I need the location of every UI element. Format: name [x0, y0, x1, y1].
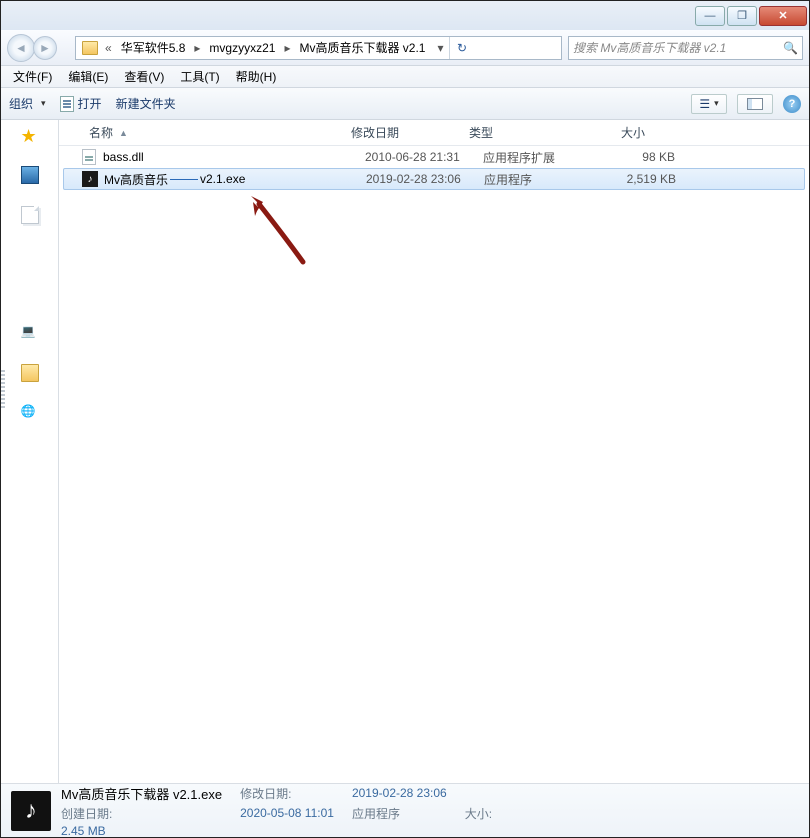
refresh-button[interactable]: ↻	[449, 37, 473, 59]
search-icon[interactable]: 🔍	[783, 41, 798, 55]
menu-help[interactable]: 帮助(H)	[228, 66, 285, 87]
menu-view[interactable]: 查看(V)	[116, 66, 172, 87]
col-size[interactable]: 大小	[573, 124, 653, 141]
create-date-value: 2020-05-08 11:01	[240, 806, 334, 820]
open-label: 打开	[78, 95, 102, 112]
search-placeholder: 搜索 Mv高质音乐下载器 v2.1	[573, 39, 726, 56]
file-date: 2010-06-28 21:31	[365, 150, 483, 164]
file-rows: bass.dll 2010-06-28 21:31 应用程序扩展 98 KB ♪…	[59, 146, 809, 783]
maximize-button[interactable]: ❐	[727, 6, 757, 26]
file-row-selected[interactable]: ♪ Mv高质音乐 v2.1.exe 2019-02-28 23:06 应用程序 …	[63, 168, 805, 190]
back-button[interactable]: ◄	[7, 34, 35, 62]
navigation-pane[interactable]: ★ 💻 🌐	[1, 120, 59, 783]
truncation-line	[170, 179, 198, 180]
details-pane: ♪ Mv高质音乐下载器 v2.1.exe 修改日期: 2019-02-28 23…	[1, 783, 809, 837]
open-icon	[60, 96, 74, 112]
explorer-window: — ❐ ✕ ◄ ► « 华军软件5.8 ▸ mvgzyyxz21 ▸ Mv高质音…	[0, 0, 810, 838]
sidebar-grip[interactable]	[1, 370, 5, 410]
file-list: 名称 ▲ 修改日期 类型 大小 bass.dll 2010-06-28 21:3…	[59, 120, 809, 783]
forward-button[interactable]: ►	[33, 36, 57, 60]
file-size: 98 KB	[595, 150, 675, 164]
toolbar: 组织 打开 新建文件夹 ☰ ?	[1, 88, 809, 120]
open-button[interactable]: 打开	[60, 95, 102, 112]
mod-date-label: 修改日期:	[240, 785, 334, 802]
breadcrumb[interactable]: « 华军软件5.8 ▸ mvgzyyxz21 ▸ Mv高质音乐下载器 v2.1 …	[75, 36, 562, 60]
mod-date-value: 2019-02-28 23:06	[352, 786, 447, 800]
organize-button[interactable]: 组织	[9, 95, 46, 112]
preview-pane-button[interactable]	[737, 94, 773, 114]
menu-bar: 文件(F) 编辑(E) 查看(V) 工具(T) 帮助(H)	[1, 66, 809, 88]
view-mode-button[interactable]: ☰	[691, 94, 727, 114]
file-type: 应用程序扩展	[483, 149, 595, 166]
col-name[interactable]: 名称 ▲	[81, 124, 343, 141]
nav-buttons: ◄ ►	[7, 34, 69, 62]
close-button[interactable]: ✕	[759, 6, 807, 26]
col-type[interactable]: 类型	[461, 124, 573, 141]
breadcrumb-seg-1[interactable]: mvgzyyxz21	[203, 41, 281, 55]
file-name: bass.dll	[103, 150, 365, 164]
pane-icon	[747, 98, 763, 110]
details-title: Mv高质音乐下载器 v2.1.exe	[61, 784, 222, 803]
overflow-chevron-icon[interactable]: «	[102, 41, 115, 55]
breadcrumb-path: « 华军软件5.8 ▸ mvgzyyxz21 ▸ Mv高质音乐下载器 v2.1	[102, 37, 431, 59]
minimize-button[interactable]: —	[695, 6, 725, 26]
titlebar: — ❐ ✕	[1, 1, 809, 30]
chevron-right-icon[interactable]: ▸	[191, 41, 203, 55]
file-row[interactable]: bass.dll 2010-06-28 21:31 应用程序扩展 98 KB	[59, 146, 809, 168]
body: ★ 💻 🌐 名称 ▲ 修改日期 类型 大小	[1, 120, 809, 783]
folder-icon	[82, 41, 98, 55]
menu-tools[interactable]: 工具(T)	[172, 66, 227, 87]
path-dropdown-icon[interactable]: ▾	[431, 41, 449, 55]
col-date[interactable]: 修改日期	[343, 124, 461, 141]
breadcrumb-seg-0[interactable]: 华军软件5.8	[115, 39, 192, 56]
breadcrumb-seg-2[interactable]: Mv高质音乐下载器 v2.1	[293, 39, 431, 56]
help-button[interactable]: ?	[783, 95, 801, 113]
menu-file[interactable]: 文件(F)	[5, 66, 60, 87]
details-type: 应用程序	[352, 805, 447, 822]
favorites-icon[interactable]: ★	[21, 126, 39, 144]
network-icon[interactable]: 🌐	[21, 404, 39, 422]
exe-file-icon: ♪	[82, 171, 98, 187]
file-name: Mv高质音乐 v2.1.exe	[104, 171, 366, 188]
column-headers: 名称 ▲ 修改日期 类型 大小	[59, 120, 809, 146]
folder-nav-icon[interactable]	[21, 364, 39, 382]
file-size: 2,519 KB	[596, 172, 676, 186]
menu-edit[interactable]: 编辑(E)	[60, 66, 116, 87]
computer-icon[interactable]: 💻	[21, 324, 39, 342]
toolbar-right: ☰ ?	[691, 94, 801, 114]
chevron-right-icon[interactable]: ▸	[281, 41, 293, 55]
window-controls: — ❐ ✕	[693, 6, 807, 26]
libraries-icon[interactable]	[21, 206, 39, 224]
address-bar: ◄ ► « 华军软件5.8 ▸ mvgzyyxz21 ▸ Mv高质音乐下载器 v…	[1, 30, 809, 66]
sort-asc-icon: ▲	[119, 128, 128, 138]
search-input[interactable]: 搜索 Mv高质音乐下载器 v2.1 🔍	[568, 36, 803, 60]
new-folder-button[interactable]: 新建文件夹	[116, 95, 176, 112]
desktop-icon[interactable]	[21, 166, 39, 184]
file-date: 2019-02-28 23:06	[366, 172, 484, 186]
dll-file-icon	[81, 149, 97, 165]
file-type: 应用程序	[484, 171, 596, 188]
create-date-label: 创建日期:	[61, 805, 222, 822]
size-value: 2.45 MB	[61, 824, 222, 838]
file-large-icon: ♪	[11, 791, 51, 831]
size-label: 大小:	[465, 805, 492, 822]
details-meta: Mv高质音乐下载器 v2.1.exe 修改日期: 2019-02-28 23:0…	[61, 784, 492, 838]
